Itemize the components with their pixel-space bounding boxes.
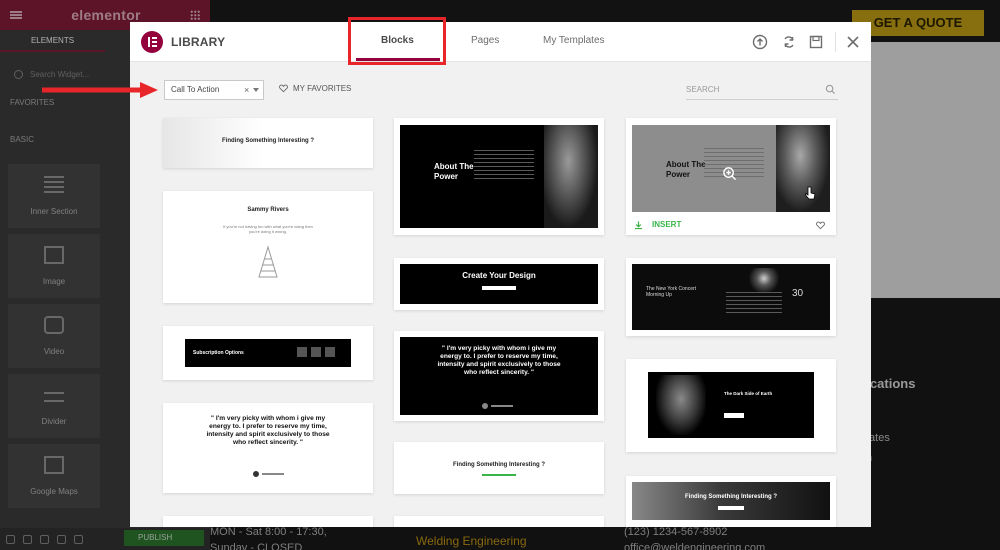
tab-pages[interactable]: Pages [471,35,499,46]
card-number: 30 [792,288,804,299]
card-heading: About The Power [434,162,474,181]
card-text-lines [726,292,782,316]
card-portrait [776,125,830,212]
template-card-2[interactable]: Sammy Rivers If you're not having fun wi… [163,191,373,303]
card-heading: Create Your Design [462,271,536,280]
template-card-6[interactable]: Create Your Design [394,258,604,310]
card-text-lines [474,150,534,182]
library-title: LIBRARY [171,35,226,49]
template-card-12[interactable]: Finding Something Interesting ? [626,476,836,527]
card-heading: The New York Concert Morning Up [646,286,697,298]
highlight-box [348,17,446,65]
card-heading: Finding Something Interesting ? [222,138,314,144]
avatar [253,471,259,477]
avatar [482,403,488,409]
search-placeholder: SEARCH [686,85,720,94]
illustration-icon [258,245,278,278]
card-quote: " I'm very picky with whom i give my ene… [437,345,561,376]
heart-icon [279,84,288,93]
close-icon[interactable] [844,33,862,51]
card-subtext: If you're not having fun with what you'r… [223,224,313,234]
author-line [491,405,513,407]
library-toolbar: Call To Action × MY FAVORITES SEARCH [130,62,871,112]
template-card-8[interactable]: Finding Something Interesting ? [394,442,604,494]
header-separator [835,32,836,52]
author-line [262,473,284,475]
card-button [724,413,744,418]
search-icon[interactable] [825,84,836,95]
card-dark-panel [400,264,598,304]
template-card-14[interactable] [394,516,604,527]
card-portrait [544,125,598,228]
card-button [718,506,744,510]
sync-icon[interactable] [780,33,798,51]
template-card-11[interactable]: The Dark Side of Earth [626,359,836,452]
chevron-down-icon[interactable] [253,88,259,92]
card-heading: About The Power [666,160,706,179]
my-favorites-filter[interactable]: MY FAVORITES [279,84,351,93]
price-box [297,347,307,357]
template-card-10[interactable]: The New York Concert Morning Up 30 [626,258,836,336]
clear-filter-icon[interactable]: × [244,81,249,99]
red-arrow-icon [42,82,158,98]
card-heading: The Dark Side of Earth [724,391,773,396]
cursor-hand-icon [805,186,816,200]
template-card-3[interactable]: Subscription Options [163,326,373,380]
library-search-input[interactable]: SEARCH [686,82,838,100]
price-box [325,347,335,357]
heart-icon[interactable] [816,221,825,230]
elementor-logo-icon [141,31,163,53]
template-card-1[interactable]: Finding Something Interesting ? [163,118,373,168]
template-library-modal: LIBRARY Blocks Pages My Templates Call T… [130,22,871,527]
card-heading: Finding Something Interesting ? [685,494,777,500]
template-card-7[interactable]: " I'm very picky with whom i give my ene… [394,331,604,421]
card-accent-line [482,474,516,476]
card-heading: Sammy Rivers [247,207,289,213]
card-heading: Subscription Options [193,350,244,356]
insert-button[interactable]: INSERT [652,220,681,229]
download-icon[interactable] [634,220,643,230]
card-heading: Finding Something Interesting ? [453,462,545,468]
card-portrait [656,375,706,435]
library-header: LIBRARY Blocks Pages My Templates [130,22,871,62]
zoom-in-icon[interactable] [722,166,737,181]
card-button [482,286,516,290]
upload-icon[interactable] [751,33,769,51]
save-icon[interactable] [807,33,825,51]
filter-value: Call To Action [171,85,220,94]
template-card-13[interactable] [163,516,373,527]
insert-bar: INSERT [626,215,834,235]
favorites-label: MY FAVORITES [293,84,352,93]
template-card-5[interactable]: About The Power [394,118,604,235]
template-card-4[interactable]: " I'm very picky with whom i give my ene… [163,403,373,493]
card-quote: " I'm very picky with whom i give my ene… [206,415,330,446]
price-box [311,347,321,357]
template-card-9-hovered[interactable]: About The Power INSERT [626,118,836,235]
tab-my-templates[interactable]: My Templates [543,35,605,46]
category-filter-select[interactable]: Call To Action × [164,80,264,100]
